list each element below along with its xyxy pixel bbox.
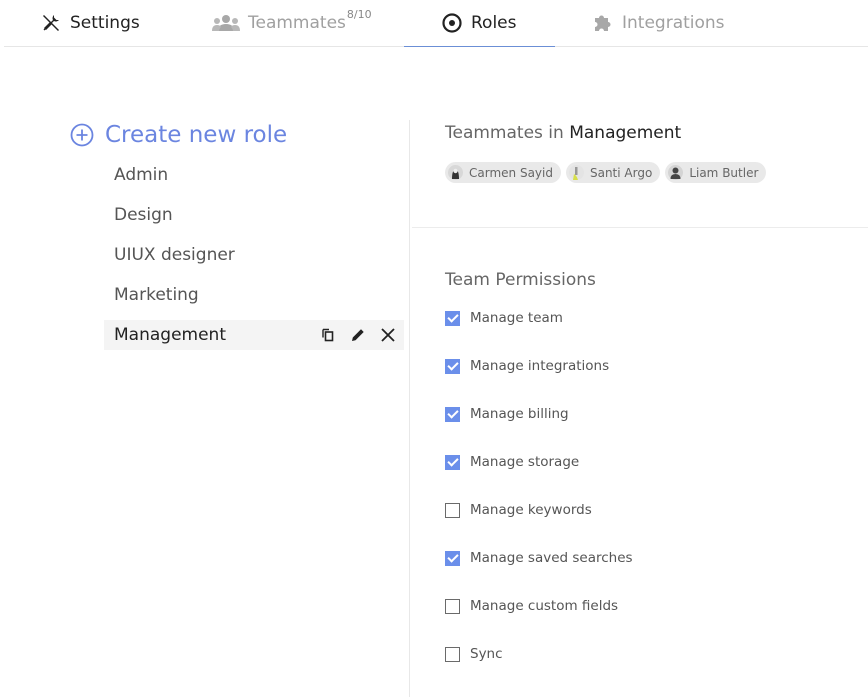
tab-label: Settings [70,13,140,33]
plus-circle-icon [70,123,94,147]
role-item-admin[interactable]: Admin [104,160,404,190]
duplicate-icon[interactable] [318,325,338,345]
role-name: UIUX designer [114,245,235,265]
permission-manage-keywords[interactable]: Manage keywords [445,500,633,520]
permission-list: Manage team Manage integrations Manage b… [445,308,633,692]
tab-label: Roles [471,13,517,33]
avatar [448,165,463,180]
checkbox[interactable] [445,358,460,374]
create-role-label: Create new role [105,122,288,148]
member-name: Santi Argo [589,165,653,180]
checkbox[interactable] [445,646,460,662]
tab-bar: Settings Teammates 8/10 Roles Integratio… [4,0,868,47]
tools-icon [40,12,62,34]
role-actions [308,325,404,345]
permission-label: Manage team [470,310,563,326]
role-name: Design [114,205,173,225]
role-name: Admin [114,165,169,185]
member-chips: Carmen Sayid Santi Argo Liam Butler [445,162,771,183]
tab-integrations[interactable]: Integrations [592,0,725,46]
member-chip[interactable]: Liam Butler [665,162,767,183]
checkbox[interactable] [445,598,460,614]
permission-manage-integrations[interactable]: Manage integrations [445,356,633,376]
avatar [568,165,584,180]
role-name: Management [114,325,226,345]
member-name: Liam Butler [689,165,759,180]
tab-roles[interactable]: Roles [404,0,555,47]
delete-icon[interactable] [378,325,398,345]
checkbox[interactable] [445,502,460,518]
people-icon [212,12,240,34]
tab-label: Integrations [622,13,725,33]
permission-label: Manage custom fields [470,598,619,614]
tab-label: Teammates [248,13,346,33]
member-chip[interactable]: Carmen Sayid [445,162,561,183]
checkbox[interactable] [445,454,460,470]
permission-manage-saved-searches[interactable]: Manage saved searches [445,548,633,568]
permission-manage-billing[interactable]: Manage billing [445,404,633,424]
teammates-heading: Teammates in Management [445,123,681,143]
edit-icon[interactable] [348,325,368,345]
permission-sync[interactable]: Sync [445,644,633,664]
permission-manage-custom-fields[interactable]: Manage custom fields [445,596,633,616]
permission-manage-storage[interactable]: Manage storage [445,452,633,472]
checkbox[interactable] [445,550,460,566]
permission-label: Manage keywords [470,502,592,518]
tab-settings[interactable]: Settings [40,0,140,46]
teammates-heading-prefix: Teammates in [445,123,564,143]
checkbox[interactable] [445,310,460,326]
checkbox[interactable] [445,406,460,422]
permissions-heading: Team Permissions [445,270,596,290]
role-name: Marketing [114,285,199,305]
column-divider [409,120,410,697]
permission-label: Manage storage [470,454,580,470]
role-item-design[interactable]: Design [104,200,404,230]
role-item-marketing[interactable]: Marketing [104,280,404,310]
role-item-uiux-designer[interactable]: UIUX designer [104,240,404,270]
permission-label: Sync [470,646,503,662]
member-chip[interactable]: Santi Argo [565,162,661,183]
role-list: Admin Design UIUX designer Marketing Man… [104,160,404,360]
section-divider [412,227,868,228]
puzzle-icon [592,12,614,34]
member-name: Carmen Sayid [469,165,553,180]
permission-label: Manage billing [470,406,569,422]
tab-teammates[interactable]: Teammates 8/10 [212,0,372,46]
create-new-role-button[interactable]: Create new role [70,120,287,150]
permission-label: Manage integrations [470,358,610,374]
permission-manage-team[interactable]: Manage team [445,308,633,328]
permission-label: Manage saved searches [470,550,633,566]
teammates-count-badge: 8/10 [346,7,372,21]
teammates-heading-role: Management [569,123,682,143]
eye-icon [441,12,463,34]
avatar [668,165,684,180]
role-item-management[interactable]: Management [104,320,404,350]
